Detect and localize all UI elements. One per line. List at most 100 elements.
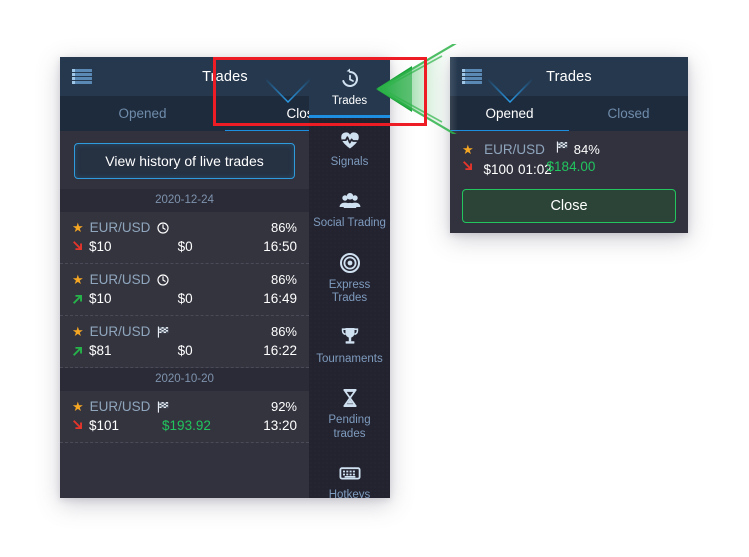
clock-icon xyxy=(157,273,170,286)
target-icon xyxy=(311,250,388,276)
sidebar-item-hotkeys[interactable]: Hotkeys xyxy=(309,451,390,498)
tab-closed[interactable]: Closed xyxy=(569,96,688,131)
trade-row[interactable]: ★ EUR/USD 86% $10 $0 16:49 xyxy=(60,264,309,316)
trade-amount: $100 xyxy=(483,162,514,177)
payout-percent: 92% xyxy=(270,399,297,414)
arrow-down-icon xyxy=(72,418,86,433)
trade-row[interactable]: ★ EUR/USD xyxy=(60,391,309,443)
arrow-up-icon xyxy=(73,294,82,304)
payout-percent: 86% xyxy=(270,220,297,235)
sidebar-item-label: Signals xyxy=(330,156,369,169)
symbol-label: EUR/USD xyxy=(89,272,151,287)
view-history-button[interactable]: View history of live trades xyxy=(74,143,295,179)
heart-pulse-icon xyxy=(311,127,388,153)
arrow-down-icon xyxy=(463,161,472,171)
clock-icon xyxy=(156,273,170,287)
sidebar-item-trades[interactable]: Trades xyxy=(309,57,390,119)
list-icon[interactable] xyxy=(462,69,482,84)
history-button-wrap: View history of live trades xyxy=(60,131,309,189)
keyboard-icon xyxy=(311,460,388,486)
sidebar-item-label: Trades xyxy=(331,95,368,107)
favorite-star-icon[interactable]: ★ xyxy=(72,221,84,234)
tab-opened[interactable]: Opened xyxy=(450,96,569,132)
payout-percent: 86% xyxy=(270,272,297,287)
sidebar-item-social-trading[interactable]: Social Trading xyxy=(309,179,390,240)
favorite-star-icon[interactable]: ★ xyxy=(72,273,84,286)
trophy-icon xyxy=(311,324,388,350)
opened-trade-body: ★ EUR/USD 84% $100 $184.00 01:02 Close xyxy=(450,131,688,233)
hourglass-icon xyxy=(343,389,356,408)
sidebar-item-express-trades[interactable]: Express Trades xyxy=(309,241,390,315)
list-item[interactable]: ★ EUR/USD 84% $100 $184.00 01:02 xyxy=(450,131,688,183)
favorite-star-icon[interactable]: ★ xyxy=(72,325,84,338)
trade-row[interactable]: ★ EUR/USD 86% $10 $0 16:50 xyxy=(60,212,309,264)
clock-icon xyxy=(157,221,170,234)
history-clock-icon xyxy=(311,66,388,92)
flag-icon xyxy=(156,400,170,414)
trade-time: 16:50 xyxy=(263,239,297,254)
trades-panel-closed: Trades Opened Closed View history of liv… xyxy=(60,57,390,498)
trade-amount: $10 xyxy=(89,239,112,254)
trade-row[interactable]: ★ EUR/USD xyxy=(60,316,309,368)
trade-payout: $0 xyxy=(177,343,193,358)
symbol-label: EUR/USD xyxy=(89,324,151,339)
arrow-down-icon xyxy=(73,241,82,251)
arrow-down-icon xyxy=(462,159,476,174)
hourglass-icon xyxy=(311,385,388,411)
history-clock-icon xyxy=(341,68,358,87)
screenshot-root: Trades Opened Closed View history of liv… xyxy=(0,0,749,557)
trades-panel-opened: Trades Opened Closed ★ EUR/USD 84% $100 … xyxy=(450,57,688,233)
sidebar-nav: Trades Signals Social Trading Express Tr… xyxy=(309,57,390,498)
trade-amount: $81 xyxy=(89,343,112,358)
trade-amount: $10 xyxy=(89,291,112,306)
sidebar-item-label: Social Trading xyxy=(313,217,386,230)
keyboard-icon xyxy=(339,467,361,480)
sidebar-item-pending-trades[interactable]: Pending trades xyxy=(309,376,390,450)
arrow-up-icon xyxy=(72,291,86,306)
target-icon xyxy=(339,252,360,273)
trade-payout: $0 xyxy=(177,239,193,254)
favorite-star-icon[interactable]: ★ xyxy=(462,142,474,157)
trade-amount: $101 xyxy=(89,418,120,433)
clock-icon xyxy=(156,221,170,235)
symbol-label: EUR/USD xyxy=(484,142,545,157)
arrow-up-icon xyxy=(73,346,82,356)
close-trade-button[interactable]: Close xyxy=(462,189,676,223)
payout-percent: 84% xyxy=(573,142,600,157)
arrow-down-icon xyxy=(72,239,86,254)
date-separator: 2020-12-24 xyxy=(60,189,309,212)
flag-icon xyxy=(156,325,170,339)
trade-payout: $184.00 xyxy=(546,159,596,174)
symbol-label: EUR/USD xyxy=(89,399,151,414)
sidebar-item-label: Express Trades xyxy=(328,278,371,304)
panel-header: Trades xyxy=(450,57,688,96)
sidebar-item-signals[interactable]: Signals xyxy=(309,118,390,179)
symbol-label: EUR/USD xyxy=(89,220,151,235)
close-button-wrap: Close xyxy=(450,183,688,233)
flag-icon xyxy=(555,140,569,154)
trade-time: 16:49 xyxy=(263,291,297,306)
trade-payout: $0 xyxy=(177,291,193,306)
favorite-star-icon[interactable]: ★ xyxy=(72,400,84,413)
flag-icon xyxy=(158,401,169,413)
trade-payout: $193.92 xyxy=(162,418,211,433)
arrow-down-icon xyxy=(73,420,82,430)
tab-opened[interactable]: Opened xyxy=(60,96,225,131)
date-separator: 2020-10-20 xyxy=(60,368,309,391)
arrow-up-icon xyxy=(72,343,86,358)
page-title: Trades xyxy=(546,68,592,85)
sidebar-item-label: Tournaments xyxy=(316,353,383,366)
list-icon[interactable] xyxy=(72,69,92,84)
people-icon xyxy=(311,188,388,214)
sidebar-item-label: Pending trades xyxy=(328,414,371,440)
payout-percent: 86% xyxy=(270,324,297,339)
sidebar-item-tournaments[interactable]: Tournaments xyxy=(309,315,390,376)
people-icon xyxy=(339,193,360,209)
flag-icon xyxy=(158,326,169,338)
tab-strip: Opened Closed xyxy=(450,96,688,132)
trade-time: 16:22 xyxy=(263,343,297,358)
heart-pulse-icon xyxy=(340,132,359,149)
sidebar-item-label: Hotkeys xyxy=(328,488,371,498)
trophy-icon xyxy=(341,328,358,344)
trades-list[interactable]: View history of live trades 2020-12-24 ★… xyxy=(60,131,309,498)
